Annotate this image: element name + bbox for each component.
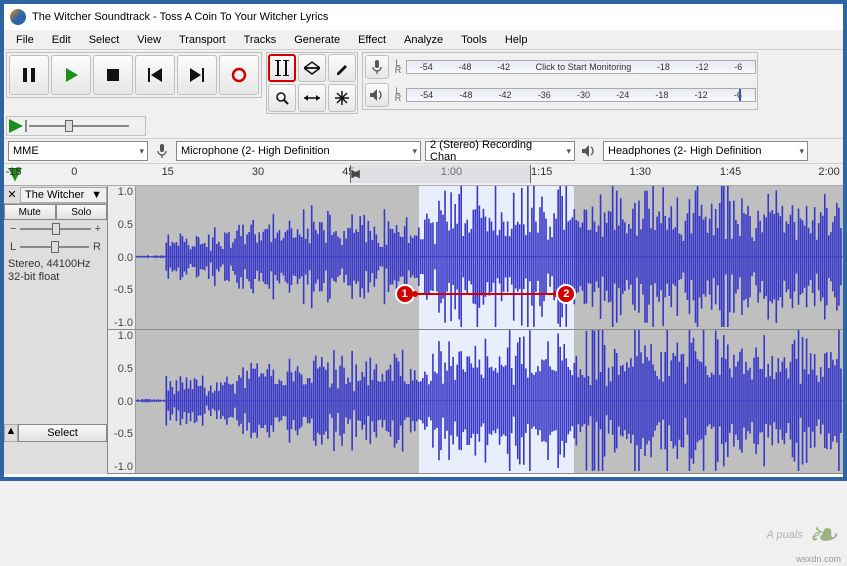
playback-level-meter[interactable]: -54 -48 -42 -36 -30 -24 -18 -12 -6 (406, 88, 756, 102)
playback-device-select[interactable]: Headphones (2- High Definition (603, 141, 808, 161)
lr-label: L R (392, 60, 404, 74)
window-title: The Witcher Soundtrack - Toss A Coin To … (32, 11, 328, 23)
mic-icon (152, 141, 172, 161)
menu-edit[interactable]: Edit (44, 32, 79, 48)
track-name-dropdown[interactable]: The Witcher▼ (20, 187, 107, 203)
record-button[interactable] (219, 55, 259, 95)
app-window: The Witcher Soundtrack - Toss A Coin To … (0, 0, 847, 481)
menu-view[interactable]: View (129, 32, 169, 48)
recording-channels-select[interactable]: 2 (Stereo) Recording Chan (425, 141, 575, 161)
skip-end-button[interactable] (177, 55, 217, 95)
menu-help[interactable]: Help (497, 32, 536, 48)
device-toolbar: MME Microphone (2- High Definition 2 (St… (4, 138, 843, 164)
play-button[interactable] (51, 55, 91, 95)
waveform-area[interactable]: 1.00.50.0-0.5-1.0 1.00.50.0-0.5-1.0 (108, 186, 843, 474)
watermark: A puals ❧ (767, 514, 837, 556)
menu-tools[interactable]: Tools (453, 32, 495, 48)
envelope-tool-button[interactable] (298, 54, 326, 82)
pause-button[interactable] (9, 55, 49, 95)
draw-tool-button[interactable] (328, 54, 356, 82)
leaf-icon: ❧ (807, 514, 837, 556)
lr-label-2: L R (392, 88, 404, 102)
scrub-speed-slider[interactable] (29, 125, 129, 127)
track-area: ✕ The Witcher▼ Mute Solo −+ LR Stereo, 4… (4, 186, 843, 474)
menu-effect[interactable]: Effect (350, 32, 394, 48)
timeline-ticks: -15 0 15 30 45 1:00 1:15 1:30 1:45 2:00 … (22, 164, 843, 185)
pan-slider[interactable]: LR (4, 238, 107, 256)
tools-toolbar (266, 52, 358, 114)
menubar: File Edit Select View Transport Tracks G… (4, 30, 843, 50)
waveform-right-fill (136, 330, 843, 471)
transport-toolbar (6, 52, 262, 98)
source-text: wsxdn.com (796, 554, 841, 564)
zoom-tool-button[interactable] (268, 84, 296, 112)
track-select-button[interactable]: Select (18, 424, 107, 442)
recording-device-select[interactable]: Microphone (2- High Definition (176, 141, 421, 161)
scrub-toolbar (6, 116, 146, 136)
amplitude-scale-left: 1.00.50.0-0.5-1.0 (108, 186, 136, 329)
waveform-left-fill (136, 186, 843, 327)
scrub-play-icon[interactable] (9, 119, 23, 133)
solo-button[interactable]: Solo (56, 204, 108, 220)
menu-generate[interactable]: Generate (286, 32, 348, 48)
track-control-panel: ✕ The Witcher▼ Mute Solo −+ LR Stereo, 4… (4, 186, 108, 474)
app-icon (10, 9, 26, 25)
chevron-down-icon: ▼ (91, 189, 102, 201)
menu-select[interactable]: Select (81, 32, 128, 48)
titlebar: The Witcher Soundtrack - Toss A Coin To … (4, 4, 843, 30)
menu-file[interactable]: File (8, 32, 42, 48)
play-meter-speaker-icon[interactable] (365, 83, 389, 107)
amplitude-scale-right: 1.00.50.0-0.5-1.0 (108, 330, 136, 473)
selection-tool-button[interactable] (268, 54, 296, 82)
track-format-info: Stereo, 44100Hz 32-bit float (4, 256, 107, 286)
start-monitoring-text: Click to Start Monitoring (536, 62, 632, 72)
stop-button[interactable] (93, 55, 133, 95)
toolbar-area: L R -54 -48 -42 Click to Start Monitorin… (4, 50, 843, 138)
multi-tool-button[interactable] (328, 84, 356, 112)
mute-button[interactable]: Mute (4, 204, 56, 220)
skip-start-button[interactable] (135, 55, 175, 95)
track-close-button[interactable]: ✕ (4, 188, 20, 201)
gain-slider[interactable]: −+ (4, 220, 107, 238)
track-collapse-button[interactable]: ▲ (4, 424, 18, 442)
selection-handles[interactable]: ◀▶ (350, 165, 531, 183)
menu-tracks[interactable]: Tracks (236, 32, 285, 48)
timeline-ruler[interactable]: -15 0 15 30 45 1:00 1:15 1:30 1:45 2:00 … (4, 164, 843, 186)
menu-transport[interactable]: Transport (171, 32, 234, 48)
menu-analyze[interactable]: Analyze (396, 32, 451, 48)
rec-meter-mic-icon[interactable] (365, 55, 389, 79)
timeshift-tool-button[interactable] (298, 84, 326, 112)
speaker-icon (579, 141, 599, 161)
record-level-meter[interactable]: -54 -48 -42 Click to Start Monitoring -1… (406, 60, 756, 74)
audio-host-select[interactable]: MME (8, 141, 148, 161)
meters-toolbar: L R -54 -48 -42 Click to Start Monitorin… (362, 52, 758, 110)
